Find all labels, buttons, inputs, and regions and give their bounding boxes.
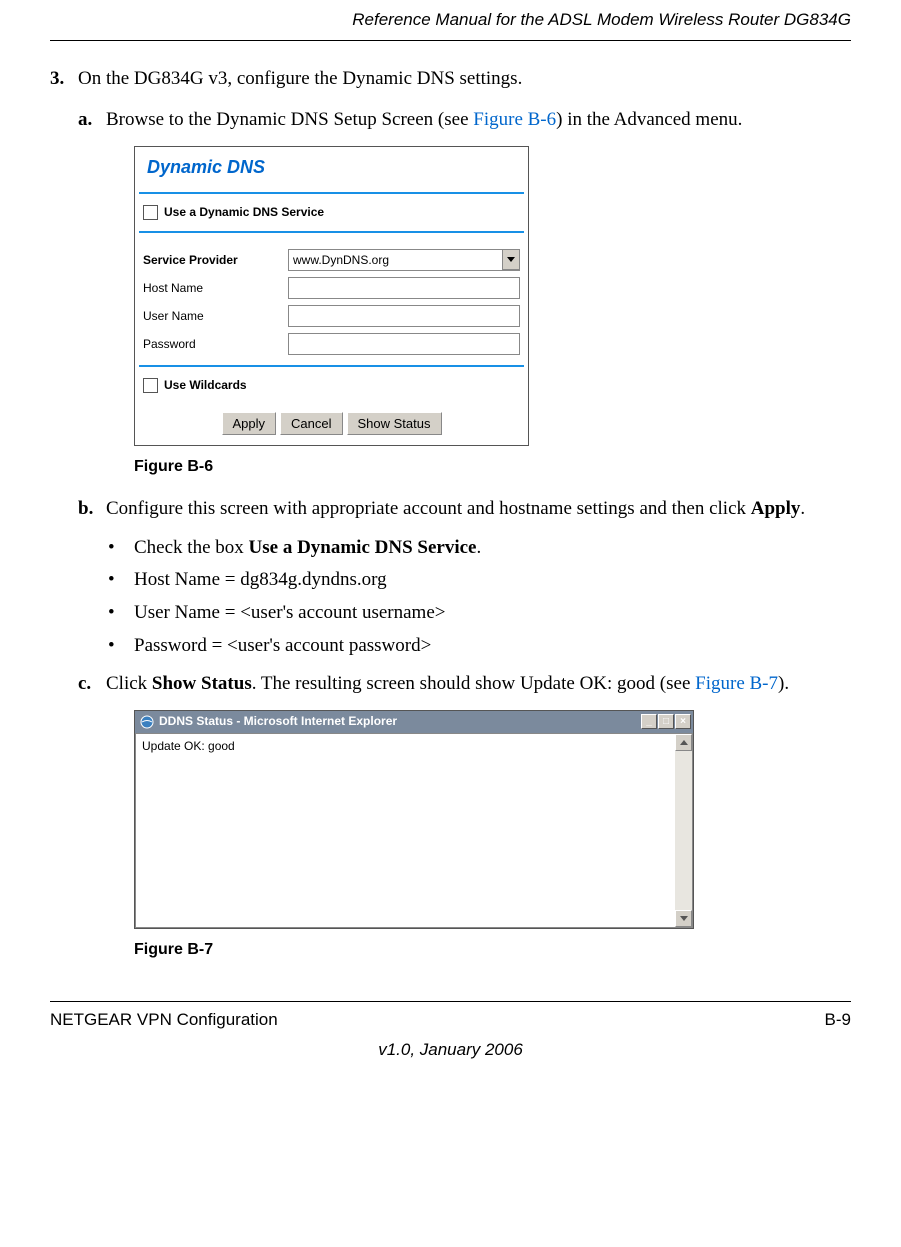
password-label: Password [143, 336, 288, 353]
host-name-row: Host Name [143, 277, 520, 299]
ddns-button-bar: Apply Cancel Show Status [135, 404, 528, 445]
user-name-label: User Name [143, 308, 288, 325]
cancel-button[interactable]: Cancel [280, 412, 342, 435]
substep-c-post: ). [778, 673, 789, 694]
substep-c-body: Click Show Status. The resulting screen … [106, 671, 789, 698]
ie-window-title: DDNS Status - Microsoft Internet Explore… [159, 713, 641, 730]
bullet-1-bold: Use a Dynamic DNS Service [249, 537, 477, 558]
ddns-panel-title: Dynamic DNS [139, 147, 524, 194]
chevron-down-icon[interactable] [502, 250, 519, 270]
footer-center: v1.0, January 2006 [50, 1038, 851, 1062]
substep-a: a. Browse to the Dynamic DNS Setup Scree… [78, 107, 851, 134]
ie-content-text: Update OK: good [136, 734, 675, 927]
service-provider-value: www.DynDNS.org [289, 252, 502, 269]
show-status-button[interactable]: Show Status [347, 412, 442, 435]
use-ddns-row: Use a Dynamic DNS Service [143, 204, 520, 221]
bullet-3: User Name = <user's account username> [108, 600, 851, 627]
scroll-up-icon[interactable] [675, 734, 692, 751]
footer-top-row: NETGEAR VPN Configuration B-9 [50, 1008, 851, 1032]
scroll-down-icon[interactable] [675, 910, 692, 927]
substep-b-bold: Apply [751, 498, 801, 519]
ie-icon [139, 714, 155, 730]
step-3-text: On the DG834G v3, configure the Dynamic … [78, 66, 522, 93]
bullet-2: Host Name = dg834g.dyndns.org [108, 567, 851, 594]
bullet-4: Password = <user's account password> [108, 633, 851, 660]
service-provider-row: Service Provider www.DynDNS.org [143, 249, 520, 271]
ddns-panel: Dynamic DNS Use a Dynamic DNS Service Se… [134, 146, 529, 446]
ie-body: Update OK: good [135, 733, 693, 928]
user-name-row: User Name [143, 305, 520, 327]
step-3-substeps: a. Browse to the Dynamic DNS Setup Scree… [78, 107, 851, 961]
bullet-1: Check the box Use a Dynamic DNS Service. [108, 535, 851, 562]
substep-c: c. Click Show Status. The resulting scre… [78, 671, 851, 698]
ie-window-controls: _ □ × [641, 714, 691, 729]
ddns-fields-section: Service Provider www.DynDNS.org Host Nam… [139, 233, 524, 367]
substep-a-post: ) in the Advanced menu. [556, 109, 742, 130]
bullet-1-post: . [476, 537, 481, 558]
figure-b6-caption: Figure B-6 [134, 456, 851, 478]
ddns-top-section: Use a Dynamic DNS Service [139, 194, 524, 233]
figure-b7-block: DDNS Status - Microsoft Internet Explore… [134, 710, 851, 961]
bullet-1-pre: Check the box [134, 537, 249, 558]
ie-scrollbar[interactable] [675, 734, 692, 927]
substep-c-mid: . The resulting screen should show Updat… [252, 673, 695, 694]
figure-b6-block: Dynamic DNS Use a Dynamic DNS Service Se… [134, 146, 851, 478]
page-header: Reference Manual for the ADSL Modem Wire… [50, 0, 851, 41]
maximize-icon[interactable]: □ [658, 714, 674, 729]
substep-a-body: Browse to the Dynamic DNS Setup Screen (… [106, 107, 742, 134]
service-provider-label: Service Provider [143, 252, 288, 269]
service-provider-select[interactable]: www.DynDNS.org [288, 249, 520, 271]
host-name-input[interactable] [288, 277, 520, 299]
use-wildcards-row: Use Wildcards [143, 377, 520, 394]
ie-window: DDNS Status - Microsoft Internet Explore… [134, 710, 694, 929]
password-input[interactable] [288, 333, 520, 355]
use-ddns-label: Use a Dynamic DNS Service [164, 204, 324, 221]
use-ddns-checkbox[interactable] [143, 205, 158, 220]
substep-letter: a. [78, 107, 106, 134]
substep-letter: b. [78, 496, 106, 523]
ie-titlebar: DDNS Status - Microsoft Internet Explore… [135, 711, 693, 733]
figure-b7-link[interactable]: Figure B-7 [695, 673, 778, 694]
close-icon[interactable]: × [675, 714, 691, 729]
minimize-icon[interactable]: _ [641, 714, 657, 729]
use-wildcards-checkbox[interactable] [143, 378, 158, 393]
step-number: 3. [50, 66, 78, 93]
substep-b-pre: Configure this screen with appropriate a… [106, 498, 751, 519]
footer-right: B-9 [825, 1008, 851, 1032]
substep-b: b. Configure this screen with appropriat… [78, 496, 851, 523]
substep-b-body: Configure this screen with appropriate a… [106, 496, 805, 523]
ddns-wildcards-section: Use Wildcards [139, 367, 524, 404]
figure-b7-caption: Figure B-7 [134, 939, 851, 961]
user-name-input[interactable] [288, 305, 520, 327]
substep-letter: c. [78, 671, 106, 698]
figure-b6-link[interactable]: Figure B-6 [473, 109, 556, 130]
header-title: Reference Manual for the ADSL Modem Wire… [352, 10, 851, 29]
substep-c-pre: Click [106, 673, 152, 694]
apply-button[interactable]: Apply [222, 412, 277, 435]
substep-a-pre: Browse to the Dynamic DNS Setup Screen (… [106, 109, 473, 130]
substep-b-post: . [800, 498, 805, 519]
page-content: 3. On the DG834G v3, configure the Dynam… [50, 41, 851, 961]
step-3: 3. On the DG834G v3, configure the Dynam… [50, 66, 851, 93]
substep-c-bold: Show Status [152, 673, 252, 694]
footer-left: NETGEAR VPN Configuration [50, 1008, 278, 1032]
page-footer: NETGEAR VPN Configuration B-9 v1.0, Janu… [50, 1001, 851, 1062]
password-row: Password [143, 333, 520, 355]
substep-b-bullets: Check the box Use a Dynamic DNS Service.… [108, 535, 851, 659]
host-name-label: Host Name [143, 280, 288, 297]
use-wildcards-label: Use Wildcards [164, 377, 247, 394]
